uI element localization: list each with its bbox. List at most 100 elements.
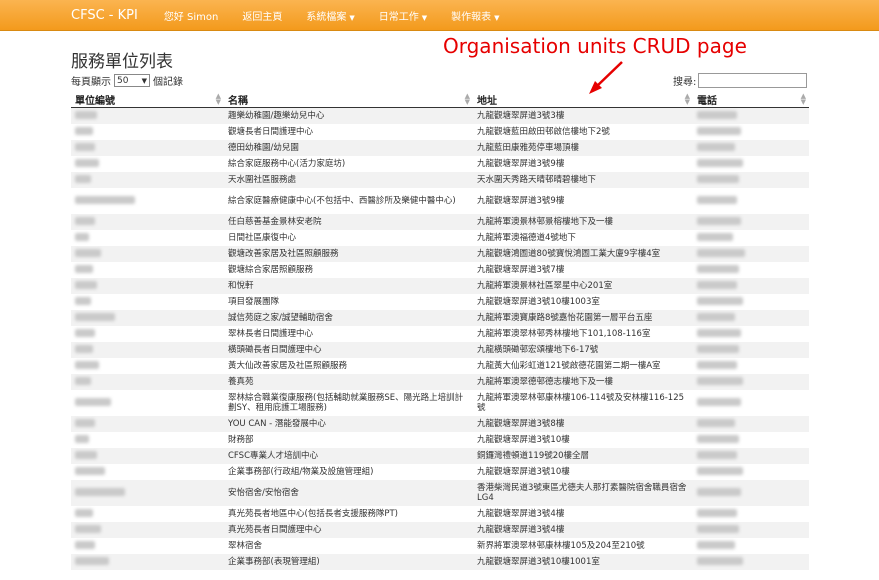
unit-phone-cell <box>693 156 809 172</box>
sort-icon: ▲ ▼ <box>684 92 690 106</box>
redacted-code <box>75 143 95 151</box>
unit-code-cell <box>71 506 224 522</box>
table-row[interactable]: 趣樂幼稚園/趣樂幼兒中心 九龍觀塘翠屏道3號3樓 <box>71 107 809 124</box>
search-input[interactable] <box>698 73 808 88</box>
redacted-phone <box>697 281 737 289</box>
unit-code-cell <box>71 432 224 448</box>
search-label: 搜尋: <box>673 77 697 88</box>
nav-reports-menu[interactable]: 製作報表 ▼ <box>451 8 499 23</box>
redacted-phone <box>697 297 743 305</box>
table-row[interactable]: 觀塘長者日間護理中心 九龍觀塘藍田啟田邨啟信樓地下2號 <box>71 124 809 140</box>
table-row[interactable]: 真光苑長者日間護理中心 九龍觀塘翠屏道3號4樓 <box>71 521 809 538</box>
table-row[interactable]: 翠林長者日間護理中心 九龍將軍澳翠林邨秀林樓地下101,108-116室 <box>71 326 809 342</box>
unit-phone-cell <box>693 521 809 538</box>
table-row[interactable]: 誠信苑庭之家/誠望輔助宿舍 九龍將軍澳寶康路8號嘉怡花園第一層平台五座 <box>71 309 809 326</box>
nav-home-label: 返回主頁 <box>242 11 283 23</box>
unit-phone-cell <box>693 188 809 214</box>
redacted-code <box>75 297 91 305</box>
page-size-select[interactable]: 50 ▼ <box>114 74 150 87</box>
redacted-code <box>75 249 101 257</box>
column-header-address[interactable]: 地址 ▲ ▼ <box>473 92 693 108</box>
unit-code-cell <box>71 553 224 570</box>
table-row[interactable]: 財務部 九龍觀塘翠屏道3號10樓 <box>71 432 809 448</box>
redacted-phone <box>697 196 737 204</box>
column-header-name[interactable]: 名稱 ▲ ▼ <box>224 92 473 108</box>
unit-address-cell: 銅鑼灣禮頓道119號20樓全層 <box>473 447 693 464</box>
unit-name-cell: CFSC專業人才培訓中心 <box>224 447 473 464</box>
table-row[interactable]: 項目發展團隊 九龍觀塘翠屏道3號10樓1003室 <box>71 294 809 310</box>
redacted-code <box>75 159 99 167</box>
nav-system-files-menu[interactable]: 系統檔案 ▼ <box>306 8 354 23</box>
table-row[interactable]: 綜合家庭服務中心(活力家庭坊) 九龍觀塘翠屏道3號9樓 <box>71 156 809 172</box>
redacted-code <box>75 361 99 369</box>
redacted-phone <box>697 143 735 151</box>
unit-phone-cell <box>693 341 809 358</box>
unit-code-cell <box>71 188 224 214</box>
sort-icon: ▲ ▼ <box>800 92 806 106</box>
redacted-phone <box>697 398 741 406</box>
search-control: 搜尋: <box>673 73 808 88</box>
redacted-code <box>75 509 93 517</box>
nav-daily-work-menu[interactable]: 日常工作 ▼ <box>379 8 427 23</box>
sort-icon: ▲ ▼ <box>464 92 470 106</box>
column-header-unit-code[interactable]: 單位編號 ▲ ▼ <box>71 92 224 108</box>
unit-name-cell: 黃大仙改善家居及社區照顧服務 <box>228 360 348 371</box>
unit-code-cell <box>71 521 224 538</box>
redacted-phone <box>697 451 737 459</box>
table-row[interactable]: 觀塘改善家居及社區照顧服務 九龍觀塘鴻圖道80號寶悅鴻圖工業大廈9字樓4室 <box>71 245 809 262</box>
redacted-phone <box>697 345 739 353</box>
unit-address-cell: 九龍將軍澳翠林邨康林樓106-114號及安林樓116-125號 <box>477 392 685 413</box>
table-row[interactable]: 天水圍社區服務處 天水圍天秀路天晴邨晴碧樓地下 <box>71 171 809 188</box>
redacted-phone <box>697 329 741 337</box>
table-row[interactable]: 企業事務部(表現管理組) 九龍觀塘翠屏道3號10樓1001室 <box>71 553 809 570</box>
table-row[interactable]: 企業事務部(行政組/物業及設施管理組) 九龍觀塘翠屏道3號10樓 <box>71 464 809 480</box>
unit-phone-cell <box>693 464 809 480</box>
table-row[interactable]: 翠林綜合職業復康服務(包括輔助就業服務SE、陽光路上培訓計劃SY、租用庇護工場服… <box>71 390 809 416</box>
unit-phone-cell <box>693 479 809 506</box>
unit-phone-cell <box>693 415 809 432</box>
table-row[interactable]: 觀塘綜合家居照顧服務 九龍觀塘翠屏道3號7樓 <box>71 262 809 278</box>
unit-phone-cell <box>693 139 809 156</box>
table-row[interactable]: 日間社區康復中心 九龍將軍澳福德道4號地下 <box>71 230 809 246</box>
unit-name-cell: 誠信苑庭之家/誠望輔助宿舍 <box>224 309 473 326</box>
table-row[interactable]: 黃大仙改善家居及社區照顧服務 九龍黃大仙彩虹道121號啟德花園第二期一樓A室 <box>71 358 809 374</box>
unit-address-cell: 九龍觀塘翠屏道3號9樓 <box>477 195 565 206</box>
column-header-phone[interactable]: 電話 ▲ ▼ <box>693 92 809 108</box>
table-row[interactable]: 真光苑長者地區中心(包括長者支援服務隊PT) 九龍觀塘翠屏道3號4樓 <box>71 506 809 522</box>
unit-address-cell: 天水圍天秀路天晴邨晴碧樓地下 <box>473 171 693 188</box>
redacted-phone <box>697 488 741 496</box>
page-size-control: 每頁顯示 50 ▼ 個記錄 <box>71 73 183 88</box>
nav-home[interactable]: 返回主頁 <box>242 8 282 23</box>
table-row[interactable]: 任白慈善基金景林安老院 九龍將軍澳景林邨景榕樓地下及一樓 <box>71 213 809 230</box>
table-row[interactable]: 安怡宿舍/安怡宿舍 香港柴灣民道3號東區尤德夫人那打素醫院宿舍職員宿舍LG4 <box>71 479 809 506</box>
unit-name-cell: 天水圍社區服務處 <box>224 171 473 188</box>
redacted-phone <box>697 127 741 135</box>
unit-code-cell <box>71 107 224 124</box>
unit-phone-cell <box>693 171 809 188</box>
table-row[interactable]: 翠林宿舍 新界將軍澳翠林邨康林樓105及204至210號 <box>71 538 809 554</box>
unit-name-cell: 養真苑 <box>224 373 473 390</box>
unit-name-cell: 企業事務部(行政組/物業及設施管理組) <box>228 466 374 477</box>
table-row[interactable]: YOU CAN - 潛能發展中心 九龍觀塘翠屏道3號8樓 <box>71 415 809 432</box>
table-row[interactable]: 德田幼稚園/幼兒園 九龍藍田康雅苑停車場頂樓 <box>71 139 809 156</box>
redacted-phone <box>697 377 743 385</box>
unit-address-cell: 九龍黃大仙彩虹道121號啟德花園第二期一樓A室 <box>477 360 661 371</box>
unit-address-cell: 九龍觀塘翠屏道3號7樓 <box>477 264 565 275</box>
table-row[interactable]: 綜合家庭醫療健康中心(不包括中、西醫診所及樂健中醫中心) 九龍觀塘翠屏道3號9樓 <box>71 188 809 214</box>
unit-code-cell <box>71 294 224 310</box>
table-row[interactable]: 和悅軒 九龍將軍澳景林社區翠星中心201室 <box>71 277 809 294</box>
chevron-down-icon: ▼ <box>141 76 147 85</box>
unit-address-cell: 九龍將軍澳福德道4號地下 <box>477 232 576 243</box>
table-row[interactable]: 橫頭磡長者日間護理中心 九龍橫頭磡邨宏頌樓地下6-17號 <box>71 341 809 358</box>
redacted-phone <box>697 557 743 565</box>
brand-logo[interactable]: CFSC - KPI <box>71 8 138 23</box>
redacted-code <box>75 111 97 120</box>
table-row[interactable]: CFSC專業人才培訓中心 銅鑼灣禮頓道119號20樓全層 <box>71 447 809 464</box>
page-size-prefix: 每頁顯示 <box>71 77 111 88</box>
unit-address-cell: 九龍觀塘翠屏道3號10樓 <box>477 434 570 445</box>
unit-code-cell <box>71 230 224 246</box>
unit-name-cell: YOU CAN - 潛能發展中心 <box>224 415 473 432</box>
unit-name-cell: 翠林長者日間護理中心 <box>228 328 314 339</box>
table-row[interactable]: 養真苑 九龍將軍澳翠德邨德志樓地下及一樓 <box>71 373 809 390</box>
redacted-code <box>75 265 93 273</box>
